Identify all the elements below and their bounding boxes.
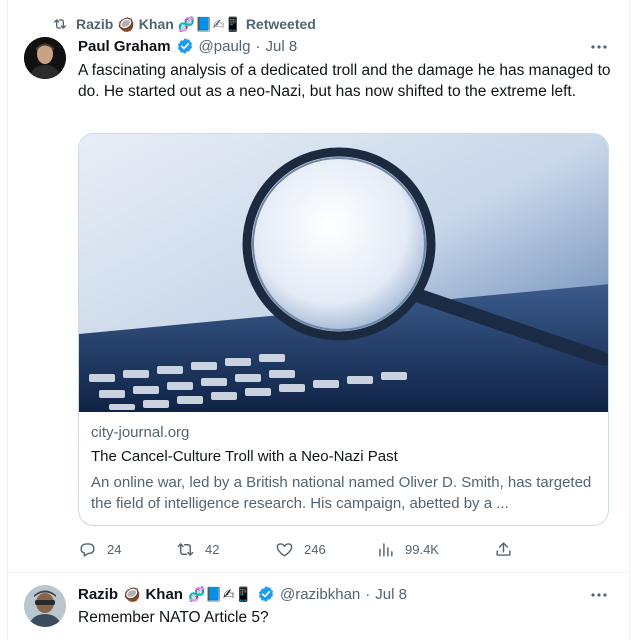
share-button[interactable]: [494, 540, 513, 559]
avatar[interactable]: [24, 585, 66, 627]
like-button[interactable]: 246: [275, 540, 376, 559]
verified-icon[interactable]: [176, 37, 194, 55]
retweet-icon: [54, 19, 66, 29]
link-card[interactable]: city-journal.org The Cancel-Culture Trol…: [78, 133, 609, 526]
view-count: 99.4K: [405, 541, 439, 557]
badge-emojis: 🧬📘✍📱: [187, 586, 252, 602]
views-button[interactable]: 99.4K: [376, 540, 494, 559]
views-icon: [379, 542, 393, 557]
retweeter-first-name[interactable]: Razib: [76, 16, 113, 32]
like-count: 246: [304, 541, 326, 557]
reply-icon: [80, 542, 95, 557]
reply-count: 24: [107, 541, 122, 557]
separator-dot: ·: [255, 37, 261, 55]
tweet-header: Razib 🥥 Khan 🧬📘✍📱 @razibkhan · Jul 8: [78, 584, 407, 604]
author-first-name[interactable]: Razib: [78, 586, 118, 603]
coconut-emoji: 🥥: [123, 586, 141, 602]
author-handle[interactable]: @razibkhan: [280, 586, 360, 603]
author-last-name[interactable]: Khan: [145, 586, 183, 603]
tweet-divider: [8, 572, 629, 573]
card-image: [79, 134, 608, 412]
tweet-text: Remember NATO Article 5?: [78, 609, 269, 626]
like-icon: [276, 542, 293, 557]
badge-emojis: 🧬📘✍📱: [177, 16, 242, 32]
separator-dot: ·: [365, 585, 371, 603]
avatar-image: [24, 37, 66, 79]
tweet-date[interactable]: Jul 8: [375, 586, 407, 603]
avatar[interactable]: [24, 37, 66, 79]
coconut-emoji: 🥥: [117, 16, 135, 32]
timeline-border-right: [629, 0, 630, 640]
retweeter-last-name[interactable]: Khan: [139, 16, 174, 32]
card-title: The Cancel-Culture Troll with a Neo-Nazi…: [91, 448, 398, 465]
retweeted-label: Retweeted: [245, 16, 316, 32]
more-button[interactable]: [588, 585, 610, 605]
retweet-count: 42: [205, 541, 220, 557]
card-description: An online war, led by a British national…: [91, 474, 592, 512]
timeline-border-left: [7, 0, 8, 640]
more-icon: [591, 593, 607, 597]
retweet-indicator[interactable]: Razib 🥥 Khan 🧬📘✍📱 Retweeted: [52, 14, 316, 34]
card-domain: city-journal.org: [91, 424, 190, 441]
more-button[interactable]: [588, 37, 610, 57]
avatar-image: [24, 585, 66, 627]
reply-button[interactable]: 24: [78, 540, 176, 559]
tweet-header: Paul Graham @paulg · Jul 8: [78, 36, 297, 56]
tweet-text: A fascinating analysis of a dedicated tr…: [78, 62, 611, 100]
retweet-button[interactable]: 42: [176, 540, 275, 559]
more-icon: [591, 45, 607, 49]
card-body: city-journal.org The Cancel-Culture Trol…: [91, 424, 599, 514]
author-handle[interactable]: @paulg: [199, 38, 251, 55]
verified-icon[interactable]: [257, 585, 275, 603]
tweet-date[interactable]: Jul 8: [265, 38, 297, 55]
retweet-icon: [177, 542, 194, 556]
author-name[interactable]: Paul Graham: [78, 38, 171, 55]
share-icon: [496, 541, 511, 556]
tweet-actions: 24 42 246 99.4K: [78, 538, 608, 560]
